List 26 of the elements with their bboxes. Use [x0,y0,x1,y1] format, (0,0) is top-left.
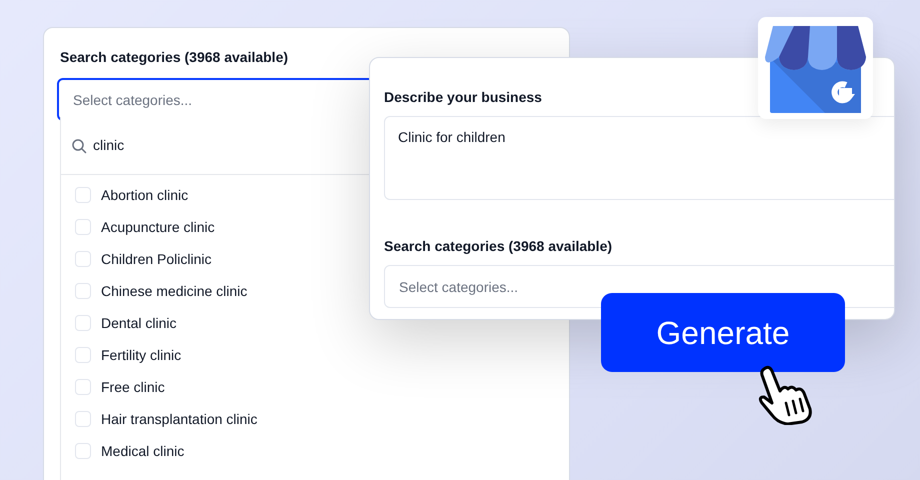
checkbox[interactable] [75,347,91,363]
field-label: Search categories (3968 available) [384,237,612,256]
option-label[interactable]: Hair transplantation clinic [101,408,258,430]
checkbox[interactable] [75,283,91,299]
storefront-icon [765,24,866,114]
field-label: Search categories (3968 available) [60,48,288,67]
generate-button[interactable]: Generate [601,293,845,372]
checkbox[interactable] [75,219,91,235]
checkbox[interactable] [75,379,91,395]
option-label[interactable]: Medical clinic [101,440,184,462]
checkbox[interactable] [75,315,91,331]
search-icon [71,138,87,154]
checkbox[interactable] [75,187,91,203]
option-label[interactable]: Abortion clinic [101,184,188,206]
option-label[interactable]: Dental clinic [101,312,176,334]
option-label[interactable]: Free clinic [101,376,165,398]
option-label[interactable]: Acupuncture clinic [101,216,215,238]
option-label[interactable]: Children Policlinic [101,248,212,270]
option-label[interactable]: Fertility clinic [101,344,182,366]
search-field[interactable]: clinic [87,135,287,156]
checkbox[interactable] [75,443,91,459]
checkbox[interactable] [75,251,91,267]
field-label: Describe your business [384,88,542,107]
checkbox[interactable] [75,411,91,427]
option-label[interactable]: Chinese medicine clinic [101,280,248,302]
description-field[interactable]: Clinic for children [384,116,894,200]
